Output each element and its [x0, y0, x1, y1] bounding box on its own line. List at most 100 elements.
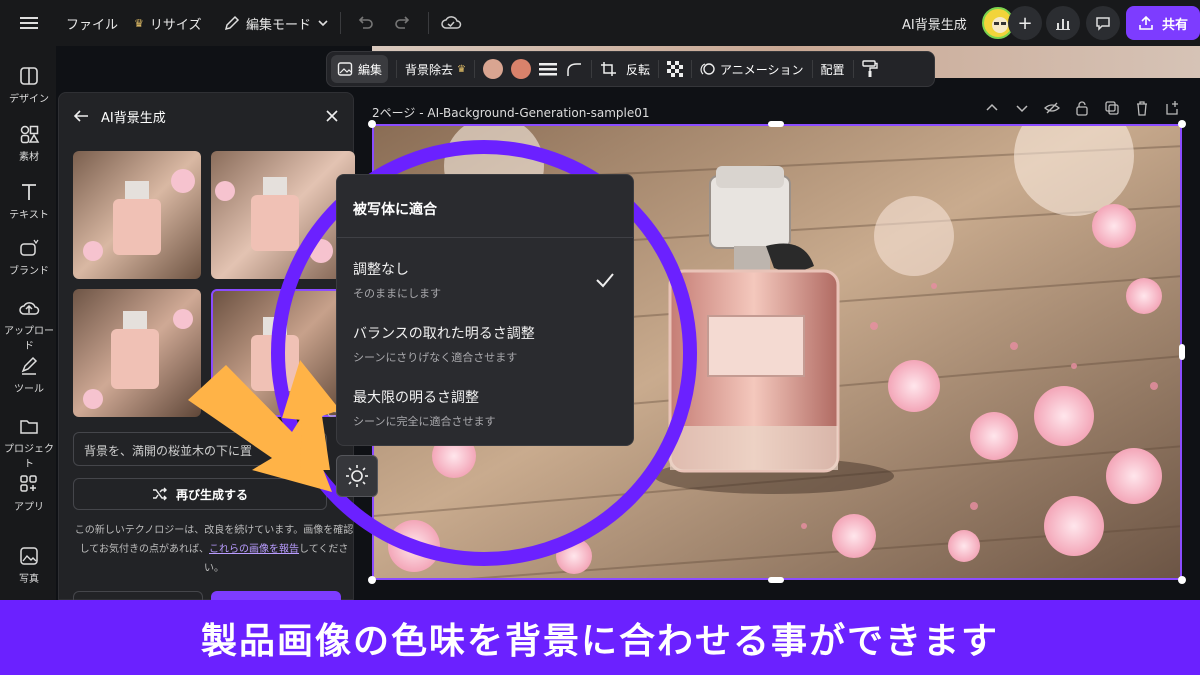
flip-button[interactable]: 反転 — [626, 61, 650, 78]
brightness-adjust-button[interactable] — [336, 455, 378, 497]
dropdown-header: 被写体に適合 — [353, 202, 437, 218]
divider — [691, 60, 693, 78]
divider — [811, 60, 813, 78]
report-link[interactable]: これらの画像を報告 — [209, 544, 299, 555]
chevron-down-icon[interactable] — [1014, 100, 1030, 116]
divider — [396, 60, 398, 78]
back-arrow-icon[interactable] — [73, 109, 89, 123]
rail-item-design[interactable]: デザイン — [0, 66, 58, 105]
paint-roller-icon[interactable] — [861, 60, 878, 78]
regenerate-button[interactable]: 再び生成する — [73, 478, 327, 510]
hide-eye-icon[interactable] — [1044, 100, 1060, 116]
duplicate-icon[interactable] — [1104, 100, 1120, 116]
rail-item-elements[interactable]: 素材 — [0, 124, 58, 163]
sun-icon — [346, 465, 368, 487]
left-rail: デザイン 素材 テキスト ブランド アップロード ツール プロジェクト アプリ … — [0, 46, 56, 600]
elements-icon — [20, 125, 40, 144]
share-button[interactable]: 共有 — [1126, 6, 1200, 40]
caption-banner: 製品画像の色味を背景に合わせる事ができます — [0, 600, 1200, 675]
generated-thumbnail[interactable] — [73, 151, 201, 279]
edit-image-button[interactable]: 編集 — [331, 55, 389, 83]
regenerate-label: 再び生成する — [175, 487, 248, 502]
top-bar: ファイル ♛ リサイズ 編集モード AI背景生成 + 共有 — [0, 0, 1200, 46]
rail-label: 素材 — [19, 152, 39, 163]
trash-icon[interactable] — [1134, 100, 1150, 116]
share-label: 共有 — [1162, 17, 1189, 33]
rail-item-apps[interactable]: アプリ — [0, 474, 58, 513]
animate-label: アニメーション — [720, 62, 804, 77]
rail-item-photos[interactable]: 写真 — [0, 546, 58, 585]
prompt-input[interactable]: 背景を、満開の桜並木の下に置 — [73, 432, 327, 466]
color-swatch[interactable] — [511, 59, 531, 79]
page-title: 2ページ - AI-Background-Generation-sample01 — [372, 106, 650, 120]
checkmark-icon — [596, 273, 614, 288]
photo-icon — [20, 547, 38, 565]
add-page-icon[interactable] — [1164, 100, 1180, 116]
comment-icon — [1096, 17, 1110, 31]
cloud-save-button[interactable] — [440, 12, 462, 36]
chevron-up-icon[interactable] — [984, 100, 1000, 116]
redo-icon — [395, 16, 410, 29]
divider — [658, 60, 660, 78]
resize-button[interactable]: ♛ リサイズ — [134, 0, 202, 46]
generated-thumbnail[interactable] — [211, 151, 355, 279]
rail-label: アプリ — [14, 502, 44, 513]
option-maximum[interactable]: 最大限の明るさ調整 シーンに完全に適合させます — [353, 387, 623, 429]
option-balanced[interactable]: バランスの取れた明るさ調整 シーンにさりげなく適合させます — [353, 323, 623, 365]
option-no-adjust[interactable]: 調整なし そのままにします — [353, 259, 623, 301]
color-swatch[interactable] — [483, 59, 503, 79]
generated-thumbnail-selected[interactable] — [211, 289, 355, 417]
rail-item-text[interactable]: テキスト — [0, 182, 58, 221]
rail-item-projects[interactable]: プロジェクト — [0, 416, 58, 470]
rail-item-tools[interactable]: ツール — [0, 356, 58, 395]
apps-icon — [20, 475, 37, 492]
corner-radius-icon[interactable] — [565, 61, 583, 77]
edit-mode-label: 編集モード — [246, 17, 312, 33]
undo-icon — [358, 16, 373, 29]
panel-header: AI背景生成 — [73, 105, 339, 127]
lock-icon[interactable] — [1074, 100, 1090, 116]
divider — [591, 60, 592, 78]
option-sub: そのままにします — [353, 287, 441, 300]
undo-button[interactable] — [356, 13, 374, 35]
image-edit-icon — [337, 62, 353, 76]
subject-fit-dropdown: 被写体に適合 調整なし そのままにします バランスの取れた明るさ調整 シーンにさ… — [336, 174, 634, 446]
resize-handle[interactable] — [1178, 120, 1186, 128]
crown-icon: ♛ — [457, 63, 466, 75]
rail-item-brand[interactable]: ブランド — [0, 238, 58, 277]
transparency-icon[interactable] — [667, 61, 684, 77]
plus-icon: + — [1017, 12, 1033, 34]
bg-remove-button[interactable]: 背景除去 ♛ — [405, 61, 466, 78]
text-icon — [22, 184, 36, 200]
thumbnail-perfume — [251, 317, 299, 391]
insights-button[interactable] — [1046, 6, 1080, 40]
pen-icon — [21, 356, 38, 375]
menu-button[interactable] — [20, 0, 38, 46]
animation-icon — [700, 63, 715, 75]
resize-handle[interactable] — [1178, 576, 1186, 584]
add-collaborator-button[interactable]: + — [1008, 6, 1042, 40]
brand-icon — [20, 239, 39, 256]
bg-remove-label: 背景除去 — [405, 62, 454, 77]
position-button[interactable]: 配置 — [821, 61, 845, 78]
resize-handle[interactable] — [368, 120, 376, 128]
line-weight-icon[interactable] — [539, 61, 557, 77]
close-icon[interactable] — [325, 109, 339, 123]
file-menu[interactable]: ファイル — [66, 0, 118, 46]
rail-label: デザイン — [9, 94, 49, 105]
rail-item-upload[interactable]: アップロード — [0, 298, 58, 352]
comments-button[interactable] — [1086, 6, 1120, 40]
resize-handle[interactable] — [368, 576, 376, 584]
edit-mode-dropdown[interactable]: 編集モード — [224, 0, 329, 46]
animate-button[interactable]: アニメーション — [700, 61, 804, 78]
resize-handle[interactable] — [768, 577, 784, 583]
crop-icon[interactable] — [600, 61, 618, 77]
resize-handle[interactable] — [768, 121, 784, 127]
caption-text: 製品画像の色味を背景に合わせる事ができます — [200, 620, 999, 662]
rail-label: ブランド — [9, 266, 49, 277]
redo-button[interactable] — [394, 13, 412, 35]
generated-thumbnail[interactable] — [73, 289, 201, 417]
resize-handle[interactable] — [1179, 344, 1185, 360]
thumbnail-perfume — [83, 169, 195, 261]
shuffle-icon — [152, 487, 167, 501]
